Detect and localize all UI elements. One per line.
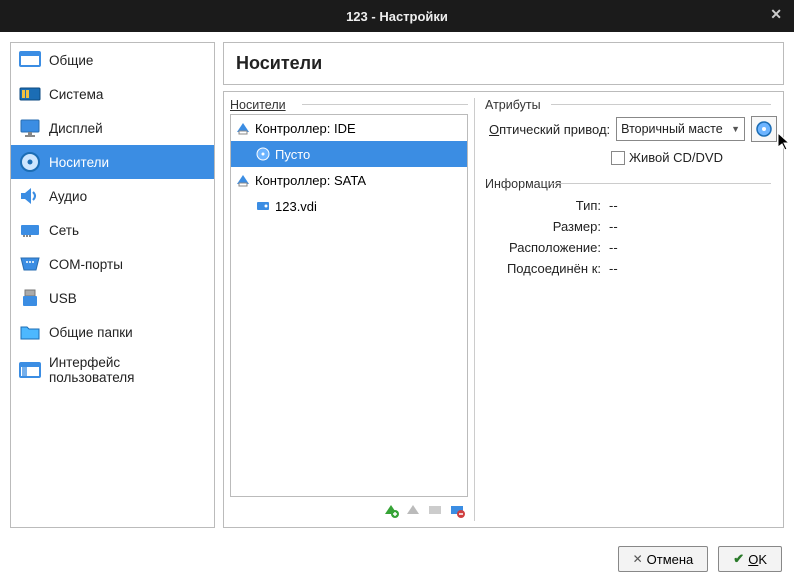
window-title: 123 - Настройки (346, 9, 448, 24)
ui-icon (19, 359, 41, 381)
sidebar-item-usb[interactable]: USB (11, 281, 214, 315)
remove-controller-button[interactable] (404, 501, 422, 519)
disk-vdi[interactable]: 123.vdi (231, 193, 467, 219)
live-cd-row[interactable]: Живой CD/DVD (611, 150, 777, 165)
attributes-pane: Атрибуты Оптический привод: Вторичный ма… (475, 92, 783, 527)
display-icon (19, 117, 41, 139)
tree-label: Контроллер: SATA (255, 173, 366, 188)
audio-icon (19, 185, 41, 207)
info-group-label: Информация (479, 175, 777, 191)
info-row-size: Размер:-- (489, 216, 777, 237)
controller-ide[interactable]: Контроллер: IDE (231, 115, 467, 141)
live-cd-checkbox[interactable] (611, 151, 625, 165)
system-icon (19, 83, 41, 105)
cancel-label: Отмена (647, 552, 694, 567)
tree-label: 123.vdi (275, 199, 317, 214)
title-bar: 123 - Настройки ✕ (0, 0, 794, 32)
sidebar-item-general[interactable]: Общие (11, 43, 214, 77)
tree-label: Пусто (275, 147, 310, 162)
sidebar-item-label: Аудио (49, 189, 87, 204)
optical-drive-label: Оптический привод: (489, 122, 610, 137)
content-area: Общие Система Дисплей Носители (0, 32, 794, 538)
sidebar-item-label: USB (49, 291, 77, 306)
optical-empty[interactable]: Пусто (231, 141, 467, 167)
controller-icon (235, 172, 251, 188)
sidebar-item-serial[interactable]: COM-порты (11, 247, 214, 281)
check-icon: ✔ (733, 551, 744, 567)
info-row-location: Расположение:-- (489, 237, 777, 258)
cancel-button[interactable]: ✕ Отмена (618, 546, 709, 572)
footer: ✕ Отмена ✔ OK (0, 538, 794, 582)
sidebar-item-network[interactable]: Сеть (11, 213, 214, 247)
general-icon (19, 49, 41, 71)
controller-sata[interactable]: Контроллер: SATA (231, 167, 467, 193)
storage-icon (19, 151, 41, 173)
info-table: Тип:-- Размер:-- Расположение:-- Подсоед… (489, 195, 777, 279)
tree-label: Контроллер: IDE (255, 121, 356, 136)
controller-icon (235, 120, 251, 136)
page-body: Носители Контроллер: IDE Пус (223, 91, 784, 528)
folder-icon (19, 321, 41, 343)
sidebar-item-system[interactable]: Система (11, 77, 214, 111)
x-icon: ✕ (633, 552, 643, 566)
close-icon[interactable]: ✕ (770, 6, 782, 23)
ok-label: OK (748, 552, 767, 567)
hdd-icon (255, 198, 271, 214)
optical-drive-row: Оптический привод: Вторичный масте ▼ (489, 116, 777, 142)
sidebar-item-storage[interactable]: Носители (11, 145, 214, 179)
serial-icon (19, 253, 41, 275)
attributes-group-label: Атрибуты (479, 96, 777, 112)
info-row-attached: Подсоединён к:-- (489, 258, 777, 279)
remove-attachment-button[interactable] (448, 501, 466, 519)
tree-group-label: Носители (224, 96, 474, 112)
settings-window: 123 - Настройки ✕ Общие Система Д (0, 0, 794, 582)
sidebar-item-label: Носители (49, 155, 109, 170)
sidebar-item-label: Общие (49, 53, 93, 68)
sidebar-item-ui[interactable]: Интерфейс пользователя (11, 349, 214, 391)
sidebar-item-label: Интерфейс пользователя (49, 355, 206, 385)
sidebar-item-label: Сеть (49, 223, 79, 238)
main-pane: Носители Носители Контроллер: IDE (223, 42, 784, 528)
sidebar-item-audio[interactable]: Аудио (11, 179, 214, 213)
choose-disk-button[interactable] (751, 116, 777, 142)
sidebar-item-label: Дисплей (49, 121, 103, 136)
ok-button[interactable]: ✔ OK (718, 546, 782, 572)
add-attachment-button[interactable] (426, 501, 444, 519)
add-controller-button[interactable] (382, 501, 400, 519)
page-title-text: Носители (236, 53, 322, 73)
combo-value: Вторичный масте (621, 122, 723, 136)
chevron-down-icon: ▼ (731, 124, 740, 134)
sidebar: Общие Система Дисплей Носители (10, 42, 215, 528)
live-cd-label: Живой CD/DVD (629, 150, 723, 165)
storage-tree[interactable]: Контроллер: IDE Пусто Конт (230, 114, 468, 497)
sidebar-item-label: COM-порты (49, 257, 123, 272)
disc-icon (255, 146, 271, 162)
tree-toolbar (224, 499, 474, 523)
optical-drive-combo[interactable]: Вторичный масте ▼ (616, 117, 745, 141)
sidebar-item-label: Система (49, 87, 103, 102)
info-row-type: Тип:-- (489, 195, 777, 216)
usb-icon (19, 287, 41, 309)
page-title: Носители (223, 42, 784, 85)
sidebar-item-display[interactable]: Дисплей (11, 111, 214, 145)
sidebar-item-shared[interactable]: Общие папки (11, 315, 214, 349)
network-icon (19, 219, 41, 241)
sidebar-item-label: Общие папки (49, 325, 133, 340)
storage-tree-pane: Носители Контроллер: IDE Пус (224, 92, 474, 527)
